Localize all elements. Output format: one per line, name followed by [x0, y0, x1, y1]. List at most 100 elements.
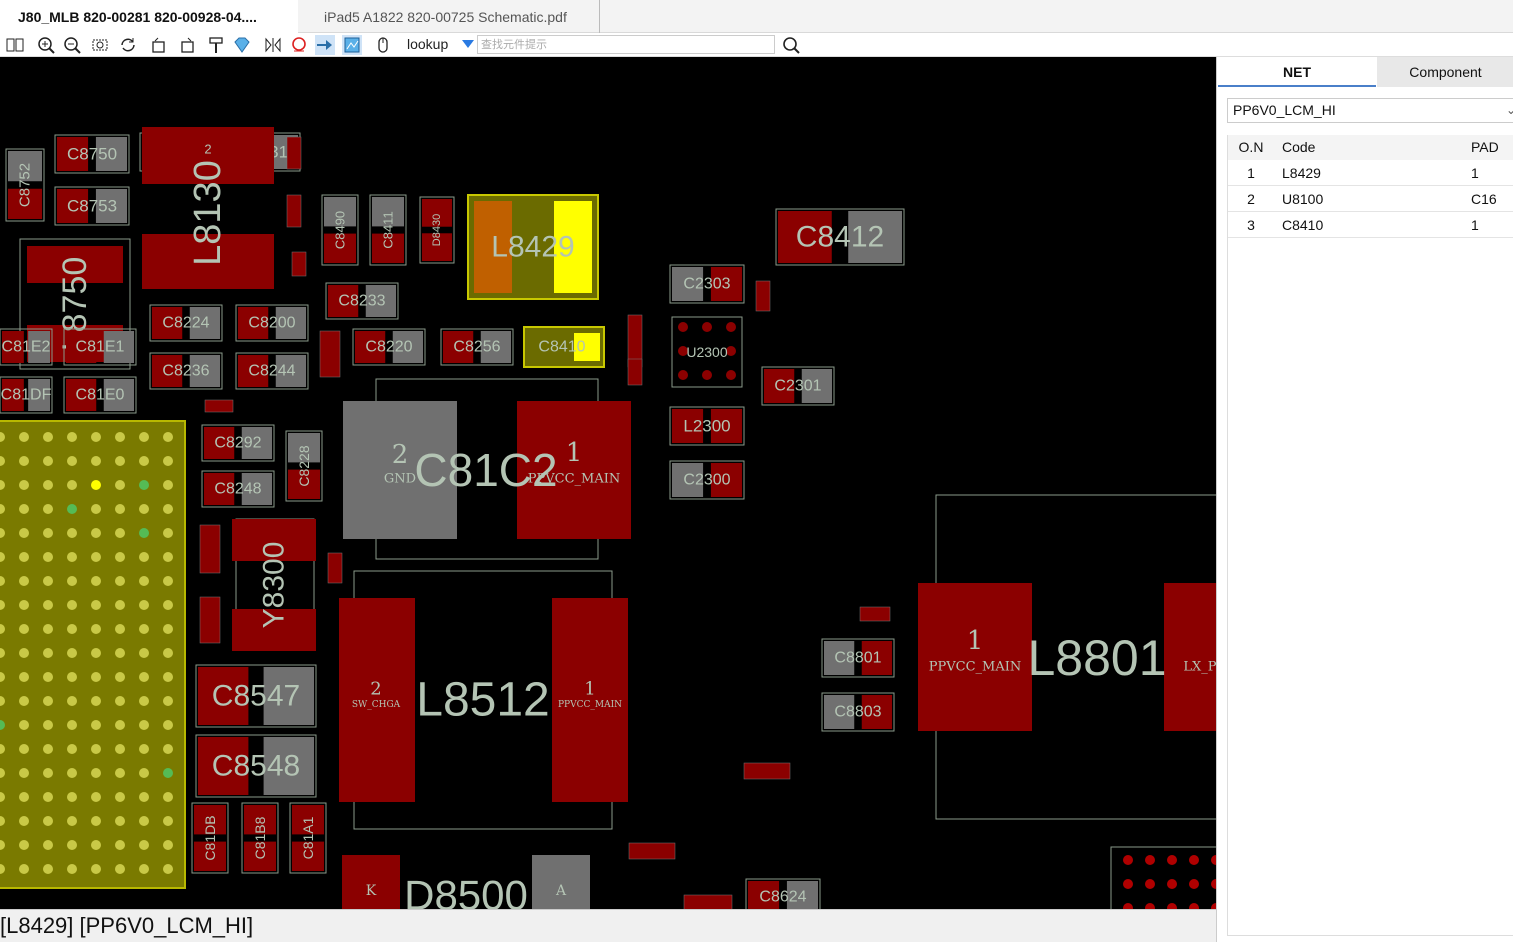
tab-net[interactable]: NET — [1218, 57, 1376, 87]
split-view-icon[interactable] — [5, 35, 25, 55]
component-c8624[interactable]: C8624 — [745, 878, 821, 909]
pin-icon[interactable] — [206, 35, 226, 55]
component-c81c2[interactable]: C81C22 GND 1 PPVCC_MAIN — [343, 378, 631, 560]
component-c8224[interactable]: C8224 — [149, 304, 223, 342]
component-label: C8244 — [248, 363, 295, 380]
component-c81b8[interactable]: C81B8 — [241, 802, 279, 874]
component-c2303[interactable]: C2303 — [669, 264, 745, 304]
board-view[interactable]: C8750C8133C8131C8752C8753L8750L81302C849… — [0, 57, 1216, 909]
search-input[interactable] — [477, 35, 775, 54]
board-canvas[interactable]: C8750C8133C8131C8752C8753L8750L81302C849… — [0, 57, 1216, 909]
pin-net-label: PPVCC_MAIN — [558, 700, 622, 710]
net-highlight-icon[interactable] — [289, 35, 309, 55]
component-label: D8430 — [431, 214, 443, 246]
component-c8803[interactable]: C8803 — [821, 692, 895, 732]
component-c2301[interactable]: C2301 — [761, 366, 835, 406]
pin-net-label: PPVCC_MAIN — [528, 472, 621, 487]
component-c81df[interactable]: C81DF — [0, 376, 53, 414]
component-c8753[interactable]: C8753 — [54, 186, 130, 226]
pin-number: 2 — [204, 142, 211, 157]
component-u2300[interactable]: U2300 — [671, 316, 743, 388]
small-pad — [204, 399, 234, 413]
small-pad — [628, 842, 676, 860]
component-c8752[interactable]: C8752 — [5, 148, 45, 222]
refresh-icon[interactable] — [118, 35, 138, 55]
mouse-icon[interactable] — [373, 35, 393, 55]
board-view-icon[interactable] — [342, 35, 362, 55]
table-row[interactable]: 2 U8100 C16 — [1228, 186, 1513, 212]
component-label: C8233 — [338, 293, 385, 310]
component-l8130[interactable]: L8130 2 — [142, 127, 274, 289]
component-label: C2301 — [774, 378, 821, 395]
rotate-left-icon[interactable] — [149, 35, 169, 55]
table-row[interactable]: 3 C8410 1 — [1228, 212, 1513, 238]
component-y8300[interactable]: Y8300 — [232, 518, 316, 651]
component-c8801[interactable]: C8801 — [821, 638, 895, 678]
probe-icon[interactable] — [315, 35, 335, 55]
component-c8412[interactable]: C8412 — [775, 208, 905, 266]
component-c8411[interactable]: C8411 — [369, 194, 407, 266]
component-c81a1[interactable]: C81A1 — [289, 802, 327, 874]
component-l8512[interactable]: L8512 2SW_CHGA 1PPVCC_MAIN — [339, 570, 628, 830]
component-label: D8500 — [404, 872, 528, 910]
row-code: C8410 — [1282, 217, 1324, 233]
tab-schematic-pdf[interactable]: iPad5 A1822 820-00725 Schematic.pdf — [306, 0, 600, 33]
component-c8233[interactable]: C8233 — [325, 282, 399, 320]
component-c8220[interactable]: C8220 — [352, 328, 426, 366]
component-label: C8236 — [162, 363, 209, 380]
rotate-right-icon[interactable] — [177, 35, 197, 55]
component-c2300[interactable]: C2300 — [669, 460, 745, 500]
zoom-out-icon[interactable] — [62, 35, 82, 55]
component-c81e2[interactable]: C81E2 — [0, 328, 53, 366]
component-label: C8801 — [834, 650, 881, 667]
component-l2300[interactable]: L2300 — [669, 406, 745, 446]
component-d8500[interactable]: D8500 K A — [342, 855, 590, 909]
component-c81e0[interactable]: C81E0 — [63, 376, 137, 414]
pin-number: 1 — [584, 679, 595, 700]
net-select[interactable]: PP6V0_LCM_HI ⌄ — [1227, 98, 1513, 123]
component-d8430[interactable]: D8430 — [419, 196, 455, 264]
small-pad — [286, 136, 302, 170]
component-c8490[interactable]: C8490 — [321, 194, 359, 266]
table-row[interactable]: 1 L8429 1 — [1228, 160, 1513, 186]
component-l8429-highlighted[interactable]: L8429 — [467, 194, 599, 300]
component-label: C8248 — [214, 481, 261, 498]
component-c8410-highlighted[interactable]: C8410 — [523, 326, 605, 368]
component-label: C8752 — [17, 163, 34, 207]
component-l8801[interactable]: L8801 1 PPVCC_MAIN LX_P — [918, 494, 1216, 820]
component-c8200[interactable]: C8200 — [235, 304, 309, 342]
component-label: C8410 — [538, 339, 585, 356]
pin-net-label: SW_CHGA — [352, 700, 401, 710]
tab-board-file[interactable]: J80_MLB 820-00281 820-00928-04.... — [0, 0, 298, 33]
component-c8256[interactable]: C8256 — [440, 328, 514, 366]
column-header-on: O.N — [1238, 139, 1264, 155]
component-c8244[interactable]: C8244 — [235, 352, 309, 390]
component-c8547[interactable]: C8547 — [195, 664, 317, 728]
component-c8292[interactable]: C8292 — [201, 424, 275, 462]
small-pad — [319, 330, 341, 378]
component-c8236[interactable]: C8236 — [149, 352, 223, 390]
component-c81db[interactable]: C81DB — [191, 802, 229, 874]
lookup-dropdown-icon[interactable] — [462, 40, 474, 48]
zoom-fit-icon[interactable] — [90, 35, 110, 55]
component-c8228[interactable]: C8228 — [285, 430, 323, 502]
component-label: C8547 — [212, 680, 300, 713]
search-icon[interactable] — [781, 35, 801, 55]
pin-number: K — [366, 883, 377, 899]
lookup-label: lookup — [407, 36, 449, 52]
bga-chip[interactable] — [0, 420, 186, 889]
row-pad: 1 — [1471, 165, 1479, 181]
component-label: C81E0 — [76, 387, 125, 404]
toolbar: lookup — [0, 33, 1513, 57]
tab-component[interactable]: Component — [1377, 57, 1513, 87]
component-c8548[interactable]: C8548 — [195, 734, 317, 798]
mirror-icon[interactable] — [263, 35, 283, 55]
component-c8248[interactable]: C8248 — [201, 470, 275, 508]
component-label: C8228 — [296, 445, 312, 486]
bga-chip-right[interactable] — [1110, 846, 1216, 909]
pin-number: 1 — [566, 438, 583, 468]
zoom-in-icon[interactable] — [36, 35, 56, 55]
component-label: C8624 — [759, 889, 806, 906]
diamond-icon[interactable] — [232, 35, 252, 55]
component-c8750[interactable]: C8750 — [54, 134, 130, 174]
